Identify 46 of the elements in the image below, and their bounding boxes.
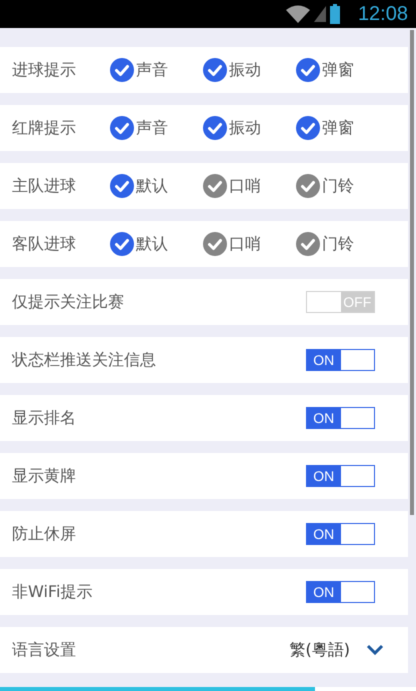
option-label: 门铃 <box>322 234 354 254</box>
checkbox-icon[interactable] <box>203 116 227 140</box>
checkbox-icon[interactable] <box>296 58 320 82</box>
checkbox-icon[interactable] <box>110 232 134 256</box>
checkbox-icon[interactable] <box>296 116 320 140</box>
checkbox-icon[interactable] <box>110 116 134 140</box>
setting-label: 显示排名 <box>12 408 77 428</box>
checkbox-icon[interactable] <box>203 174 227 198</box>
setting-label: 仅提示关注比赛 <box>12 292 124 312</box>
option-label: 振动 <box>229 60 261 80</box>
setting-label: 非WiFi提示 <box>12 582 94 602</box>
option-label: 口哨 <box>229 176 261 196</box>
toggle-switch[interactable]: ON <box>306 407 375 429</box>
option-label: 默认 <box>136 176 168 196</box>
toggle-switch[interactable]: ON <box>306 349 375 371</box>
clock: 12:08 <box>358 2 408 26</box>
toggle-switch[interactable]: ON <box>306 465 375 487</box>
checkbox-icon[interactable] <box>296 174 320 198</box>
chevron-down-icon[interactable] <box>366 644 384 656</box>
option-label: 声音 <box>136 118 168 138</box>
setting-label: 红牌提示 <box>12 118 77 138</box>
setting-label: 客队进球 <box>12 234 77 254</box>
checkbox-icon[interactable] <box>110 58 134 82</box>
dropdown-value[interactable]: 繁(粵語) <box>290 640 350 660</box>
option-label: 口哨 <box>229 234 261 254</box>
checkbox-icon[interactable] <box>110 174 134 198</box>
toggle-switch[interactable]: ON <box>306 523 375 545</box>
checkbox-icon[interactable] <box>296 232 320 256</box>
setting-label: 状态栏推送关注信息 <box>12 350 156 370</box>
setting-label: 主队进球 <box>12 176 77 196</box>
option-label: 默认 <box>136 234 168 254</box>
signal-icon <box>314 6 326 22</box>
option-label: 振动 <box>229 118 261 138</box>
setting-label: 显示黄牌 <box>12 466 77 486</box>
setting-label: 语言设置 <box>12 640 77 660</box>
setting-label: 进球提示 <box>12 60 77 80</box>
checkbox-icon[interactable] <box>203 232 227 256</box>
checkbox-icon[interactable] <box>203 58 227 82</box>
option-label: 声音 <box>136 60 168 80</box>
option-label: 弹窗 <box>322 118 354 138</box>
setting-label: 防止休屏 <box>12 524 77 544</box>
toggle-switch[interactable]: ON <box>306 581 375 603</box>
option-label: 门铃 <box>322 176 354 196</box>
wifi-icon <box>286 5 310 23</box>
battery-icon <box>330 4 340 24</box>
option-label: 弹窗 <box>322 60 354 80</box>
